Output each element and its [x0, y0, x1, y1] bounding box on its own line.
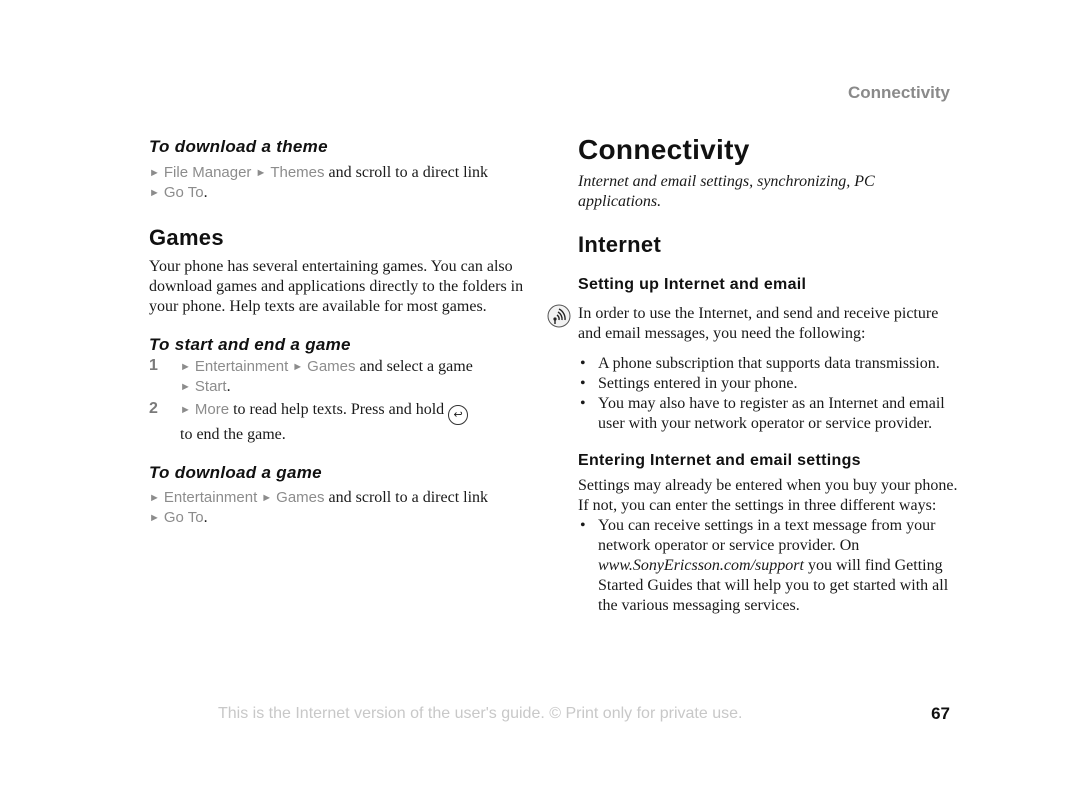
bullet-text: You can receive settings in a text messa…	[598, 517, 936, 554]
period: .	[203, 184, 208, 201]
menu-start: Start	[194, 378, 227, 395]
menu-entertainment: Entertainment	[163, 489, 258, 506]
menu-more: More	[194, 401, 230, 418]
arrow-icon: ►	[180, 361, 191, 373]
menu-games: Games	[276, 489, 325, 506]
period: .	[226, 378, 231, 395]
chapter-subtitle: Internet and email settings, synchronizi…	[578, 173, 875, 210]
arrow-icon: ►	[149, 512, 160, 524]
arrow-icon: ►	[261, 492, 273, 504]
setup-intro-block: In order to use the Internet, and send a…	[547, 304, 958, 344]
instruction-text: and select a game	[355, 358, 473, 375]
step-text: ► More to read help texts. Press and hol…	[180, 400, 529, 445]
download-game-instruction: ► Entertainment ► Games and scroll to a …	[149, 488, 529, 528]
start-end-game-section: To start and end a game 1 ► Entertainmen…	[149, 335, 529, 445]
list-item: You may also have to register as an Inte…	[578, 394, 958, 434]
menu-go-to: Go To	[163, 509, 204, 526]
arrow-icon: ►	[255, 167, 267, 179]
internet-heading: Internet	[578, 232, 662, 257]
download-game-section: To download a game ► Entertainment ► Gam…	[149, 463, 529, 528]
menu-file-manager: File Manager	[163, 164, 252, 181]
arrow-icon: ►	[180, 381, 191, 393]
download-theme-instruction: ► File Manager ► Themes and scroll to a …	[149, 163, 529, 203]
chapter-title: Connectivity	[578, 134, 750, 165]
menu-games: Games	[307, 358, 356, 375]
arrow-icon: ►	[292, 361, 304, 373]
download-theme-heading: To download a theme	[149, 137, 328, 156]
start-end-game-heading: To start and end a game	[149, 335, 351, 354]
instruction-text: and scroll to a direct link	[324, 489, 489, 506]
menu-entertainment: Entertainment	[194, 358, 289, 375]
period: .	[203, 509, 208, 526]
right-column: Connectivity Internet and email settings…	[547, 134, 958, 616]
download-game-heading: To download a game	[149, 463, 322, 482]
left-column: To download a theme ► File Manager ► The…	[149, 137, 529, 528]
entering-settings-list: You can receive settings in a text messa…	[578, 516, 958, 616]
setup-requirements-list: A phone subscription that supports data …	[578, 354, 958, 434]
download-theme-section: To download a theme ► File Manager ► The…	[149, 137, 529, 203]
step-text: ► Entertainment ► Games and select a gam…	[180, 357, 529, 397]
step-number: 2	[149, 400, 158, 417]
arrow-icon: ►	[180, 404, 191, 416]
support-link[interactable]: www.SonyEricsson.com/support	[598, 557, 804, 574]
entering-settings-intro: Settings may already be entered when you…	[578, 477, 958, 514]
arrow-icon: ►	[149, 187, 160, 199]
menu-themes: Themes	[270, 164, 325, 181]
menu-go-to: Go To	[163, 184, 204, 201]
list-item: A phone subscription that supports data …	[578, 354, 958, 374]
games-section: Games Your phone has several entertainin…	[149, 225, 529, 317]
step-2: 2 ► More to read help texts. Press and h…	[149, 400, 529, 445]
games-body: Your phone has several entertaining game…	[149, 258, 524, 315]
operator-service-icon	[547, 304, 571, 328]
instruction-text: and scroll to a direct link	[324, 164, 489, 181]
back-key-icon: ↩	[448, 405, 469, 425]
list-item: You can receive settings in a text messa…	[578, 516, 958, 616]
games-heading: Games	[149, 225, 224, 250]
step-number: 1	[149, 357, 158, 374]
footer-note: This is the Internet version of the user…	[218, 705, 743, 722]
instruction-text: to end the game.	[180, 426, 286, 443]
arrow-icon: ►	[149, 167, 160, 179]
entering-settings-heading: Entering Internet and email settings	[578, 452, 861, 469]
running-header: Connectivity	[847, 83, 950, 102]
arrow-icon: ►	[149, 492, 160, 504]
page-number: 67	[931, 704, 950, 723]
setup-heading: Setting up Internet and email	[578, 276, 807, 293]
step-1: 1 ► Entertainment ► Games and select a g…	[149, 357, 529, 397]
list-item: Settings entered in your phone.	[578, 374, 958, 394]
instruction-text: to read help texts. Press and hold	[229, 401, 449, 418]
setup-intro: In order to use the Internet, and send a…	[578, 305, 939, 342]
